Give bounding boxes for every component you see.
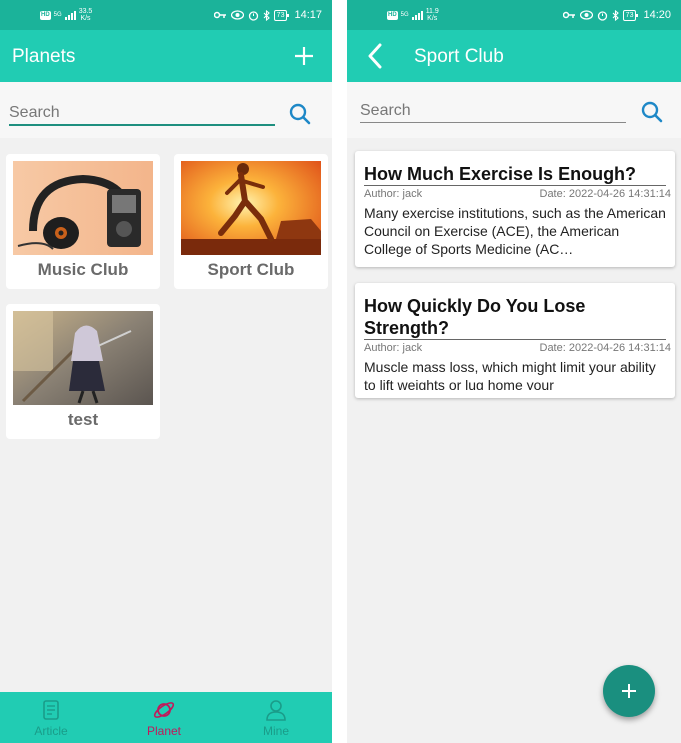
alarm-icon	[248, 10, 258, 21]
title-divider	[364, 185, 666, 186]
article-author: Author: jack	[364, 188, 423, 200]
app-bar: Planets	[0, 30, 332, 82]
bottom-navigation: Article Planet Mine	[0, 692, 332, 743]
article-card[interactable]: How Much Exercise Is Enough? Author: jac…	[355, 151, 675, 267]
status-left: HD 5G 11.9 K/s	[387, 8, 439, 22]
page-title: Planets	[12, 46, 76, 67]
search-input[interactable]	[360, 102, 626, 123]
battery-icon: 73	[622, 9, 639, 21]
status-right: 73 14:20	[562, 9, 671, 21]
page-title: Sport Club	[414, 46, 504, 67]
article-meta: Author: jack Date: 2022-04-26 14:31:14	[364, 188, 671, 200]
club-card-sport[interactable]: Sport Club	[174, 154, 328, 289]
runner-sunset-photo	[181, 161, 321, 255]
status-bar: HD 5G 33.5 K/s 73 14:17	[0, 0, 332, 30]
club-name: test	[67, 410, 99, 429]
network-speed: 11.9 K/s	[425, 8, 439, 22]
club-name: Music Club	[37, 260, 129, 279]
search-bar	[347, 82, 681, 138]
article-excerpt: Muscle mass loss, which might limit your…	[364, 359, 656, 390]
club-card-test[interactable]: test	[6, 304, 160, 439]
search-icon[interactable]	[640, 100, 664, 124]
nav-label: Article	[34, 724, 68, 738]
sport-club-screen: HD 5G 11.9K/s 73 14:20 Sport Club How Mu…	[347, 0, 681, 743]
article-author: Author: jack	[364, 342, 423, 354]
nav-mine[interactable]: Mine	[236, 698, 316, 738]
add-article-button[interactable]	[603, 665, 655, 717]
network-type: 5G	[53, 12, 62, 18]
bluetooth-icon	[612, 9, 619, 21]
search-icon[interactable]	[288, 102, 312, 126]
bluetooth-icon	[263, 9, 270, 21]
headphones-photo	[13, 161, 153, 255]
back-arrow-icon[interactable]	[365, 42, 385, 70]
article-icon	[43, 700, 59, 720]
plus-icon	[622, 684, 636, 698]
key-icon	[562, 11, 575, 19]
add-planet-button[interactable]	[292, 44, 316, 68]
status-right: 73 14:17	[213, 9, 322, 21]
network-type: 5G	[400, 12, 409, 18]
search-input[interactable]	[9, 104, 275, 126]
nav-article[interactable]: Article	[11, 698, 91, 738]
status-bar: HD 5G 11.9 K/s 73 14:20	[347, 0, 681, 30]
nav-label: Mine	[262, 724, 289, 738]
key-icon	[213, 11, 226, 19]
nav-label: Planet	[146, 724, 182, 738]
signal-icon	[411, 10, 423, 20]
title-divider	[364, 339, 666, 340]
person-icon	[266, 700, 286, 721]
signal-icon	[64, 10, 76, 20]
article-title: How Much Exercise Is Enough?	[364, 164, 637, 184]
hd-badge: HD	[40, 10, 51, 20]
eye-icon	[579, 10, 593, 20]
club-name: Sport Club	[207, 260, 295, 279]
article-excerpt: Many exercise institutions, such as the …	[364, 205, 666, 257]
hd-badge: HD	[387, 10, 398, 20]
network-speed: 33.5 K/s	[78, 8, 93, 22]
eye-icon	[230, 10, 244, 20]
article-card[interactable]: How Quickly Do You Lose Strength? Author…	[355, 283, 675, 398]
clock: 14:20	[643, 9, 671, 21]
alarm-icon	[597, 10, 607, 21]
planets-screen: HD 5G 33.5 K/s 73 14:17 Planets Search M…	[0, 0, 332, 743]
clock: 14:17	[294, 9, 322, 21]
status-left: HD 5G 33.5 K/s	[40, 8, 92, 22]
anime-illustration	[13, 311, 153, 405]
nav-planet[interactable]: Planet	[124, 698, 204, 738]
club-card-music[interactable]: Music Club	[6, 154, 160, 289]
battery-icon: 73	[273, 9, 290, 21]
article-meta: Author: jack Date: 2022-04-26 14:31:14	[364, 342, 671, 354]
article-date: Date: 2022-04-26 14:31:14	[539, 188, 672, 200]
planet-icon	[153, 702, 175, 718]
article-title: How Quickly Do You Lose Strength?	[364, 296, 586, 338]
app-bar: Sport Club	[347, 30, 681, 82]
article-date: Date: 2022-04-26 14:31:14	[539, 342, 672, 354]
search-bar	[0, 82, 332, 138]
